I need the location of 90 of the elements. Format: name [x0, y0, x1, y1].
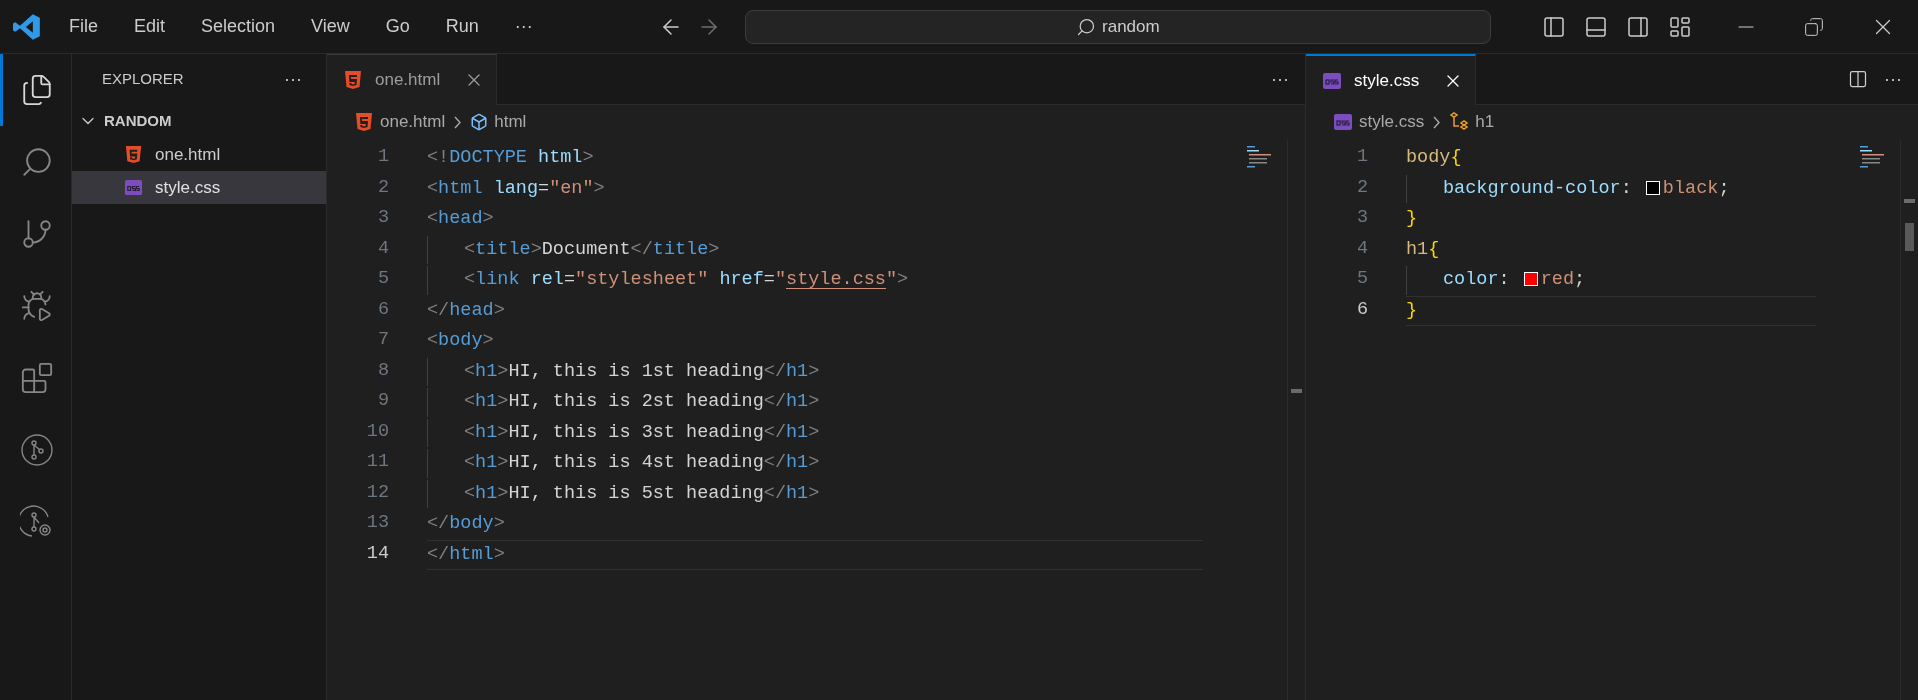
line-number: 11 — [365, 450, 389, 474]
code-line[interactable]: } — [1406, 204, 1816, 235]
element-icon — [470, 113, 489, 131]
code-line[interactable]: <body> — [427, 326, 1203, 357]
chevron-icon — [1433, 115, 1441, 129]
color-swatch[interactable] — [1523, 272, 1538, 287]
layout-icon[interactable] — [1668, 14, 1692, 39]
toggle-sidebar-icon[interactable] — [1542, 14, 1566, 39]
code-line[interactable]: color: red; — [1406, 265, 1816, 296]
sidebar-title: EXPLORER — [102, 68, 184, 89]
line-number: 8 — [376, 358, 389, 383]
breadcrumb-item[interactable]: html — [470, 109, 527, 135]
code-line[interactable]: <h1>HI, this is 2st heading</h1> — [427, 387, 1203, 418]
line-number: 5 — [376, 267, 389, 291]
code-line[interactable]: background-color: black; — [1406, 173, 1816, 204]
code-line[interactable]: </html> — [427, 539, 1203, 570]
run-debug-icon[interactable] — [20, 289, 54, 323]
menu-item[interactable]: ··· — [508, 13, 539, 40]
menu-item[interactable]: Edit — [128, 13, 172, 40]
more-actions-button[interactable]: ··· — [1884, 65, 1902, 93]
html-file-icon — [124, 145, 143, 164]
more-actions-button[interactable]: ··· — [284, 65, 302, 93]
extensions-icon[interactable] — [20, 361, 54, 395]
line-number: 9 — [376, 389, 389, 413]
split-editor-icon[interactable] — [1848, 69, 1868, 89]
line-number: 1 — [1355, 145, 1368, 169]
breadcrumb-item[interactable]: one.html — [354, 109, 446, 135]
editor-tab[interactable]: style.css — [1306, 54, 1477, 105]
code-line[interactable]: <html lang="en"> — [427, 173, 1203, 204]
code-line[interactable]: </body> — [427, 509, 1203, 540]
code-line[interactable]: <link rel="stylesheet" href="style.css"> — [427, 265, 1203, 296]
chevron-icon — [454, 115, 462, 129]
selector-icon — [1449, 112, 1470, 132]
line-number: 1 — [376, 145, 389, 169]
line-number: 13 — [365, 511, 389, 535]
folder-header[interactable]: RANDOM — [72, 104, 326, 138]
app-logo — [13, 12, 41, 41]
code-line[interactable]: } — [1406, 295, 1816, 326]
code-line[interactable]: <h1>HI, this is 1st heading</h1> — [427, 356, 1203, 387]
branch-search-icon[interactable] — [20, 505, 54, 539]
html-file-icon — [354, 112, 374, 132]
menu-item[interactable]: View — [305, 13, 356, 40]
tree-item[interactable]: style.css — [72, 171, 326, 204]
line-number: 3 — [1355, 206, 1368, 230]
search-icon[interactable] — [20, 145, 54, 179]
scrollbar[interactable] — [1287, 139, 1305, 700]
code-line[interactable]: </head> — [427, 295, 1203, 326]
code-line[interactable]: <h1>HI, this is 3st heading</h1> — [427, 417, 1203, 448]
breadcrumb-item[interactable]: style.css — [1333, 109, 1425, 135]
branch-circle-icon[interactable] — [20, 433, 54, 467]
line-number: 5 — [1355, 267, 1368, 291]
line-number: 3 — [376, 206, 389, 230]
code-line[interactable]: <!DOCTYPE html> — [427, 143, 1203, 174]
search-icon — [1076, 16, 1096, 37]
menu-item[interactable]: Run — [439, 13, 485, 40]
source-control-icon[interactable] — [20, 217, 54, 251]
menu-item[interactable]: Go — [379, 13, 416, 40]
scrollbar[interactable] — [1900, 139, 1918, 700]
line-number: 10 — [365, 419, 389, 444]
line-number: 6 — [376, 297, 389, 322]
code-line[interactable]: <h1>HI, this is 5st heading</h1> — [427, 478, 1203, 509]
css-file-icon — [1333, 112, 1353, 132]
tree-item[interactable]: one.html — [72, 138, 326, 171]
line-number: 7 — [376, 328, 389, 352]
css-file-icon — [1322, 70, 1342, 91]
code-line[interactable]: body{ — [1406, 143, 1816, 174]
code-line[interactable]: <title>Document</title> — [427, 234, 1203, 265]
code-line[interactable]: <head> — [427, 204, 1203, 235]
color-swatch[interactable] — [1645, 180, 1660, 195]
editor-tab[interactable]: one.html — [327, 54, 498, 105]
line-number: 4 — [1355, 236, 1368, 261]
menu-item[interactable]: Selection — [195, 13, 282, 40]
line-number: 2 — [1355, 175, 1368, 200]
code-line[interactable]: h1{ — [1406, 234, 1816, 265]
line-number: 4 — [376, 236, 389, 261]
toggle-secondary-sidebar-icon[interactable] — [1626, 14, 1650, 39]
restore-icon[interactable] — [1804, 16, 1824, 37]
line-number: 2 — [376, 175, 389, 200]
line-number: 6 — [1355, 297, 1368, 322]
css-file-icon — [124, 178, 143, 197]
html-file-icon — [343, 70, 363, 90]
line-number: 14 — [365, 541, 389, 566]
line-number: 12 — [365, 480, 389, 505]
menu-item[interactable]: File — [63, 13, 104, 40]
toggle-panel-icon[interactable] — [1584, 14, 1608, 39]
explorer-icon[interactable] — [20, 73, 54, 107]
code-line[interactable]: <h1>HI, this is 4st heading</h1> — [427, 448, 1203, 479]
breadcrumb-item[interactable]: h1 — [1449, 109, 1495, 135]
more-actions-button[interactable]: ··· — [1271, 65, 1289, 93]
command-center[interactable]: random — [744, 9, 1491, 44]
